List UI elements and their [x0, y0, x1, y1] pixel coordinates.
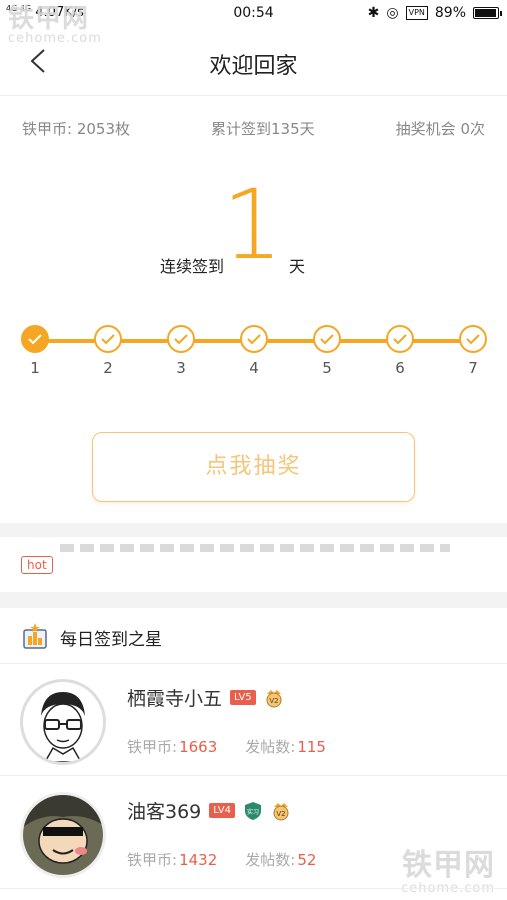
location-icon: ◎: [386, 5, 399, 21]
posts-item: 发帖数: 52: [245, 849, 316, 870]
posts-value: 52: [297, 851, 317, 869]
section-divider: [0, 523, 507, 537]
svg-text:V2: V2: [276, 810, 285, 818]
coins-value: 1432: [179, 851, 218, 869]
streak-suffix: 天: [289, 257, 306, 276]
day-check-icon: [313, 325, 341, 353]
hot-badge: hot: [21, 556, 53, 574]
bluetooth-icon: ✱: [367, 5, 380, 21]
day-marker-2: 2: [93, 325, 123, 377]
user-stats: 铁甲币: 1432 发帖数: 52: [127, 849, 316, 870]
day-marker-3: 3: [166, 325, 196, 377]
status-icons: ✱ ◎ VPN 89%: [367, 5, 502, 21]
day-check-icon: [167, 325, 195, 353]
day-check-icon: [386, 325, 414, 353]
streak-prefix: 连续签到: [160, 257, 225, 276]
v2-badge-icon: V2: [266, 689, 282, 707]
streak-count: 1: [222, 169, 284, 281]
trophy-icon: [23, 623, 47, 649]
coins-label: 铁甲币:: [127, 738, 178, 756]
day-label: 7: [468, 359, 478, 377]
lottery-chances-stat: 抽奖机会 0次: [395, 120, 485, 138]
daily-stars-header: 每日签到之星: [0, 608, 507, 664]
star-user-row[interactable]: 栖霞寺小五 LV5 V2 铁甲币: 1663 发帖数: 115: [0, 664, 507, 776]
day-label: 3: [176, 359, 186, 377]
user-name-line: 油客369 LV4 实习 V2: [127, 797, 291, 824]
day-check-icon: [459, 325, 487, 353]
coins-label: 铁甲币:: [127, 851, 178, 869]
section-divider: [0, 592, 507, 608]
day-label: 2: [103, 359, 113, 377]
battery-percent: 89%: [434, 5, 466, 21]
intern-badge-icon: 实习: [244, 801, 261, 820]
nav-bar: 欢迎回家: [0, 28, 507, 96]
day-label: 6: [395, 359, 405, 377]
hot-ticker[interactable]: hot: [0, 538, 507, 592]
posts-value: 115: [297, 738, 326, 756]
avatar[interactable]: [20, 679, 106, 765]
day-check-icon: [21, 325, 49, 353]
day-marker-6: 6: [385, 325, 415, 377]
level-badge: LV4: [209, 803, 235, 818]
posts-label: 发帖数:: [245, 738, 296, 756]
user-name: 油客369: [127, 801, 202, 823]
page-title: 欢迎回家: [209, 54, 298, 79]
lottery-button[interactable]: 点我抽奖: [92, 432, 415, 502]
posts-item: 发帖数: 115: [245, 736, 326, 757]
posts-label: 发帖数:: [245, 851, 296, 869]
day-check-icon: [94, 325, 122, 353]
signin-stats: 铁甲币: 2053枚 累计签到135天 抽奖机会 0次: [22, 118, 485, 139]
day-marker-5: 5: [312, 325, 342, 377]
coins-item: 铁甲币: 1432: [127, 849, 217, 870]
week-progress: 1 2 3 4 5 6 7: [0, 325, 507, 385]
user-avatar-icon: [41, 692, 85, 762]
user-stats: 铁甲币: 1663 发帖数: 115: [127, 736, 326, 757]
user-name-line: 栖霞寺小五 LV5 V2: [127, 684, 284, 711]
daily-stars-title: 每日签到之星: [60, 630, 162, 650]
day-check-icon: [240, 325, 268, 353]
vpn-icon: VPN: [405, 6, 428, 20]
svg-text:V2: V2: [269, 697, 278, 705]
coins-item: 铁甲币: 1663: [127, 736, 217, 757]
day-label: 5: [322, 359, 332, 377]
streak-display: 连续签到 1 天: [0, 170, 507, 280]
day-marker-1: 1: [20, 325, 50, 377]
level-badge: LV5: [230, 690, 256, 705]
svg-text:实习: 实习: [247, 808, 259, 816]
coins-stat: 铁甲币: 2053枚: [22, 120, 130, 138]
star-user-row[interactable]: 油客369 LV4 实习 V2 铁甲币: 1432 发帖数: 52: [0, 777, 507, 889]
ticker-text-blurred: [60, 544, 450, 552]
day-label: 1: [30, 359, 40, 377]
total-signin-stat: 累计签到135天: [211, 120, 315, 138]
v2-badge-icon: V2: [273, 802, 289, 820]
coins-value: 1663: [179, 738, 218, 756]
day-marker-7: 7: [458, 325, 488, 377]
user-avatar-icon: [23, 795, 103, 875]
avatar[interactable]: [20, 792, 106, 878]
day-marker-4: 4: [239, 325, 269, 377]
user-name: 栖霞寺小五: [127, 688, 223, 710]
battery-icon: [473, 7, 502, 19]
day-label: 4: [249, 359, 259, 377]
